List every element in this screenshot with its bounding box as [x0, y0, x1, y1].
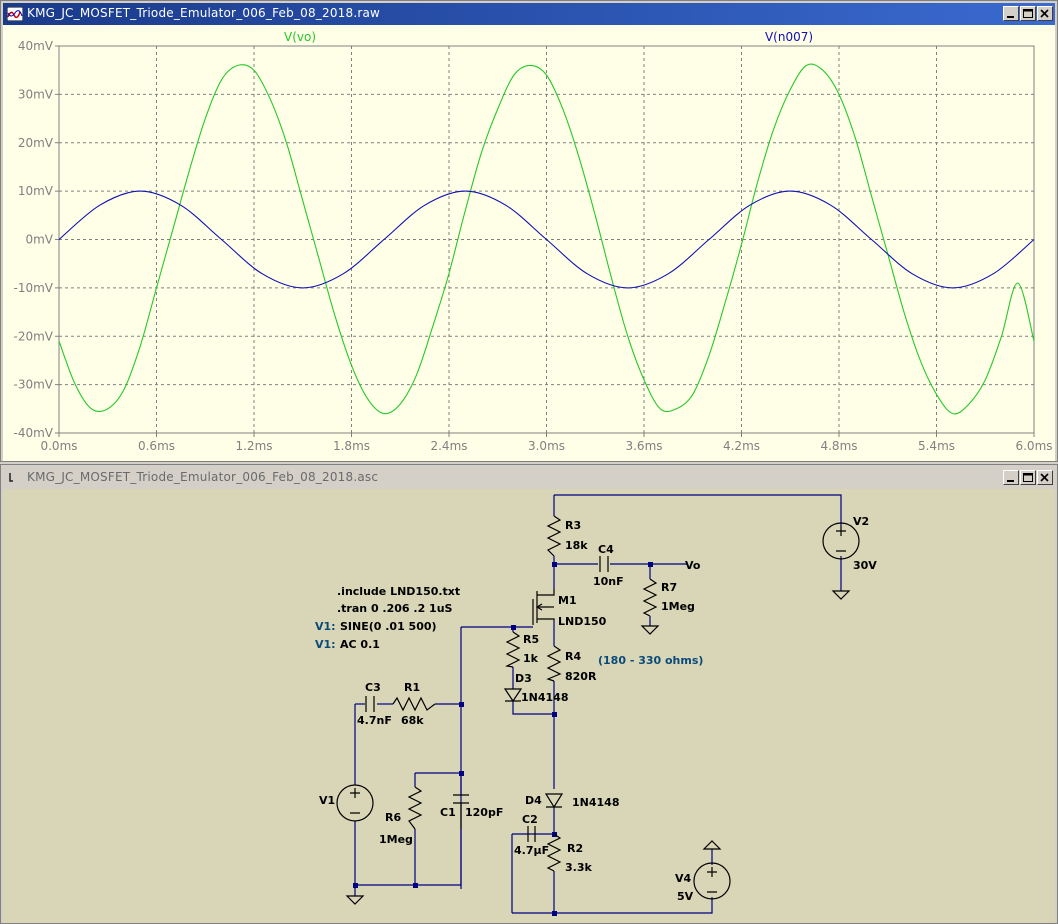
x-tick-label: 1.2ms — [235, 439, 272, 453]
d3-name[interactable]: D3 — [515, 672, 532, 685]
y-tick-label: 0mV — [25, 233, 53, 247]
x-tick-label: 1.8ms — [333, 439, 370, 453]
plot-window-title: KMG_JC_MOSFET_Triode_Emulator_006_Feb_08… — [27, 6, 381, 20]
close-icon — [1040, 9, 1049, 18]
v1-name[interactable]: V1 — [319, 794, 335, 807]
v1-param-prefix-1: V1: — [315, 620, 336, 633]
r3-name[interactable]: R3 — [565, 519, 581, 532]
minimize-button[interactable] — [1003, 470, 1019, 485]
waveform-plot[interactable]: 0.0ms 0.6ms 1.2ms 1.8ms 2.4ms 3.0ms 3.6ms 4.2ms… — [3, 25, 1055, 461]
r7-name[interactable]: R7 — [661, 581, 677, 594]
d4-value[interactable]: 1N4148 — [572, 796, 619, 809]
y-tick-label: -20mV — [14, 329, 54, 343]
r2-value[interactable]: 3.3k — [565, 861, 592, 874]
v1-param-prefix-2: V1: — [315, 638, 336, 651]
close-button[interactable] — [1037, 470, 1053, 485]
c1-name[interactable]: C1 — [440, 806, 456, 819]
c2-value[interactable]: 4.7µF — [514, 844, 549, 857]
schematic-note[interactable]: (180 - 330 ohms) — [598, 654, 703, 667]
x-tick-label: 4.2ms — [723, 439, 760, 453]
x-tick-label: 2.4ms — [430, 439, 467, 453]
r2-name[interactable]: R2 — [567, 842, 583, 855]
maximize-icon — [1023, 9, 1033, 18]
y-tick-label: 30mV — [18, 87, 54, 101]
x-tick-label: 4.8ms — [820, 439, 857, 453]
v4-value[interactable]: 5V — [677, 890, 694, 903]
r6-name[interactable]: R6 — [385, 811, 401, 824]
r5-name[interactable]: R5 — [523, 633, 539, 646]
y-tick-label: 20mV — [18, 136, 54, 150]
c4-name[interactable]: C4 — [598, 543, 614, 556]
r4-name[interactable]: R4 — [565, 650, 581, 663]
close-button[interactable] — [1037, 6, 1053, 21]
x-tick-label: 3.0ms — [528, 439, 565, 453]
y-tick-label: 40mV — [18, 39, 54, 53]
d3-value[interactable]: 1N4148 — [521, 691, 568, 704]
schematic-background — [3, 489, 1055, 923]
x-tick-label: 5.4ms — [918, 439, 955, 453]
c3-name[interactable]: C3 — [365, 681, 381, 694]
net-vo-label[interactable]: Vo — [685, 559, 701, 572]
plot-background — [3, 25, 1055, 461]
schematic-window-title: KMG_JC_MOSFET_Triode_Emulator_006_Feb_08… — [27, 470, 379, 484]
y-tick-label: -40mV — [14, 426, 54, 440]
v2-name[interactable]: V2 — [853, 515, 869, 528]
legend-n007[interactable]: V(n007) — [765, 30, 813, 44]
close-icon — [1040, 473, 1049, 482]
schematic-canvas[interactable]: R3 18k C4 10nF Vo R7 1Meg M1 LND150 R5 1… — [3, 489, 1055, 923]
v2-value[interactable]: 30V — [853, 559, 877, 572]
y-tick-label: -30mV — [14, 378, 54, 392]
r3-value[interactable]: 18k — [565, 539, 588, 552]
r6-value[interactable]: 1Meg — [379, 833, 413, 846]
r1-name[interactable]: R1 — [404, 681, 420, 694]
m1-name[interactable]: M1 — [558, 594, 577, 607]
x-tick-label: 0.0ms — [40, 439, 77, 453]
directive-include[interactable]: .include LND150.txt — [337, 585, 460, 598]
c3-value[interactable]: 4.7nF — [357, 714, 392, 727]
v1-param-ac[interactable]: AC 0.1 — [340, 638, 380, 651]
plot-window-titlebar[interactable]: KMG_JC_MOSFET_Triode_Emulator_006_Feb_08… — [3, 3, 1055, 25]
c2-name[interactable]: C2 — [522, 813, 538, 826]
r7-value[interactable]: 1Meg — [661, 600, 695, 613]
maximize-icon — [1023, 473, 1033, 482]
schematic-app-icon — [9, 473, 13, 482]
schematic-window-titlebar[interactable]: KMG_JC_MOSFET_Triode_Emulator_006_Feb_08… — [3, 467, 1055, 489]
minimize-icon — [1007, 16, 1014, 18]
maximize-button[interactable] — [1020, 6, 1036, 21]
y-tick-label: -10mV — [14, 281, 54, 295]
legend-vo[interactable]: V(vo) — [284, 30, 316, 44]
y-tick-label: 10mV — [18, 184, 54, 198]
r5-value[interactable]: 1k — [523, 652, 539, 665]
d4-name[interactable]: D4 — [525, 794, 542, 807]
v4-name[interactable]: V4 — [675, 872, 692, 885]
waveform-app-icon — [7, 7, 23, 21]
maximize-button[interactable] — [1020, 470, 1036, 485]
c4-value[interactable]: 10nF — [593, 575, 624, 588]
plot-window: KMG_JC_MOSFET_Triode_Emulator_006_Feb_08… — [0, 0, 1058, 462]
r4-value[interactable]: 820R — [565, 670, 597, 683]
c1-value[interactable]: 120pF — [465, 806, 503, 819]
minimize-button[interactable] — [1003, 6, 1019, 21]
r1-value[interactable]: 68k — [401, 714, 424, 727]
x-tick-label: 0.6ms — [138, 439, 175, 453]
x-tick-label: 3.6ms — [625, 439, 662, 453]
v1-param-sine[interactable]: SINE(0 .01 500) — [340, 620, 437, 633]
x-tick-label: 6.0ms — [1015, 439, 1052, 453]
directive-tran[interactable]: .tran 0 .206 .2 1uS — [337, 602, 453, 615]
m1-value[interactable]: LND150 — [558, 615, 607, 628]
minimize-icon — [1007, 480, 1014, 482]
schematic-window: KMG_JC_MOSFET_Triode_Emulator_006_Feb_08… — [0, 464, 1058, 924]
